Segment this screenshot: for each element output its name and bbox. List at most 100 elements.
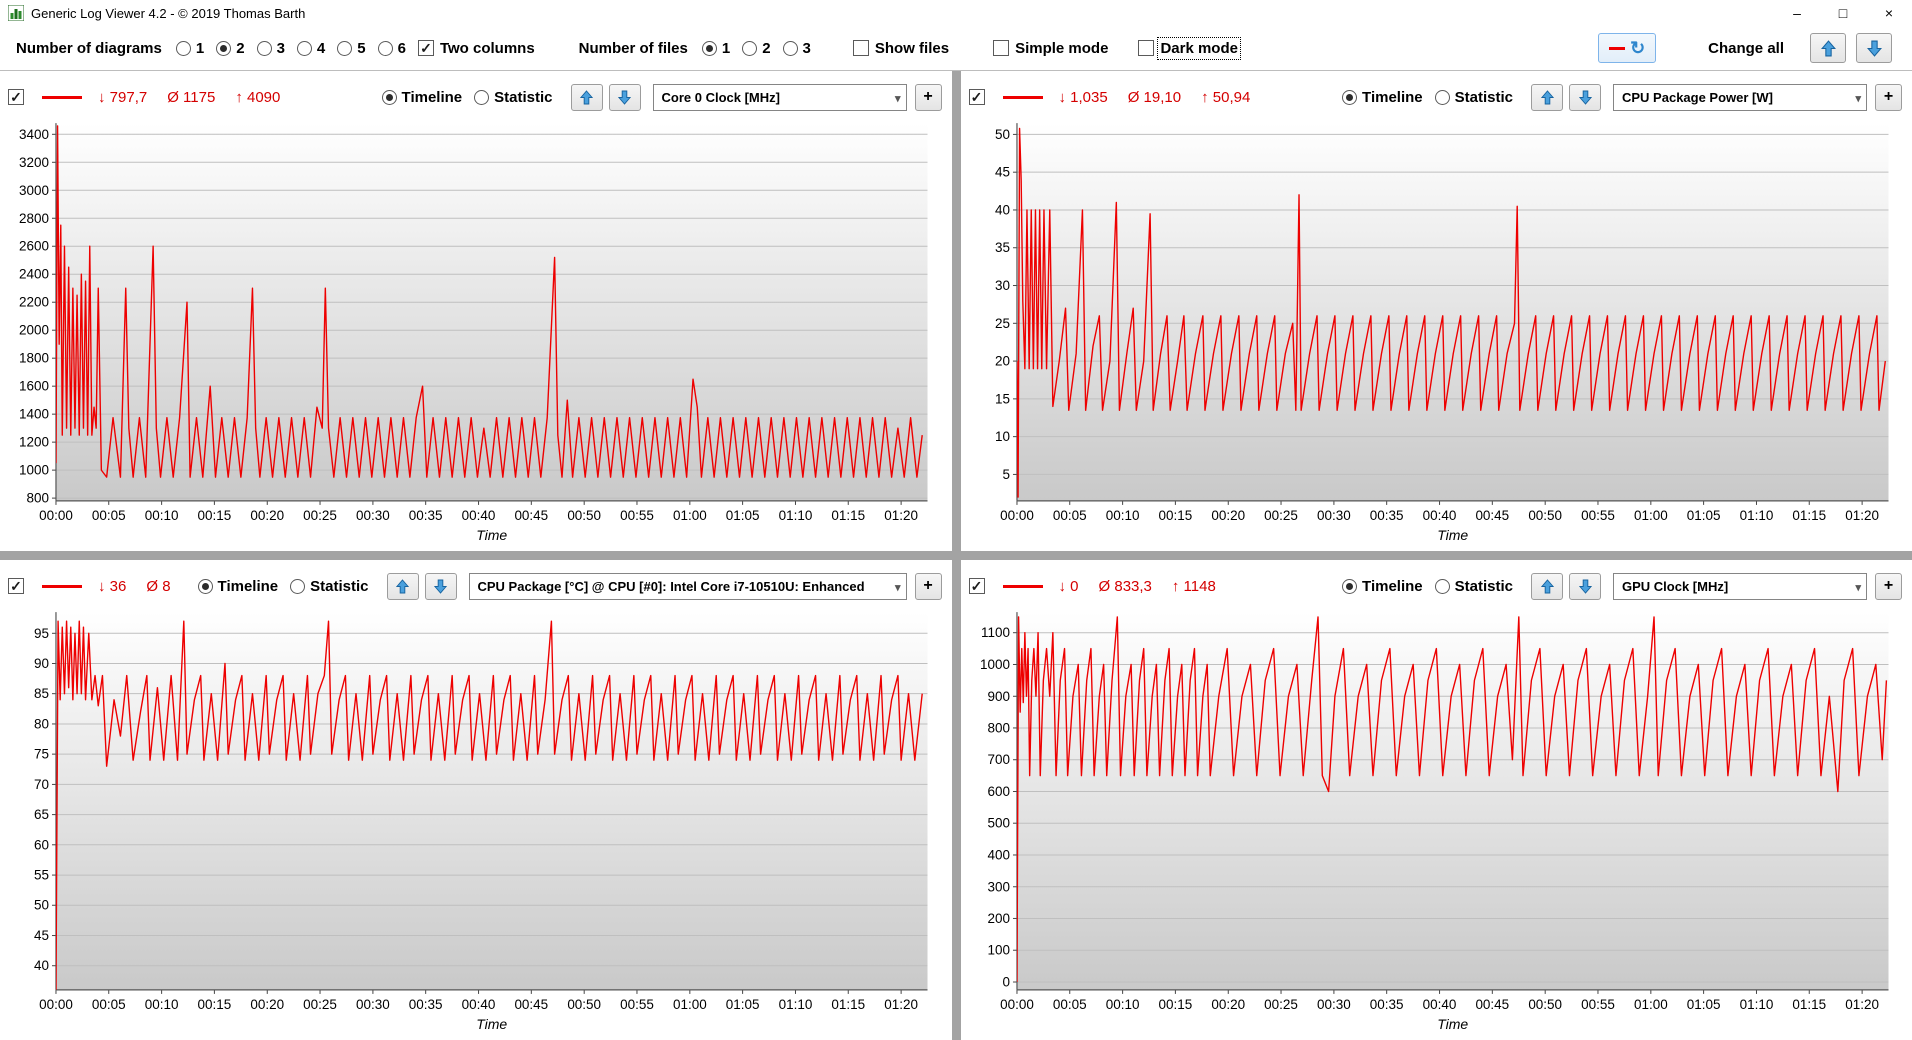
minimize-button[interactable]: – — [1774, 0, 1820, 26]
radio-selected-icon — [1342, 578, 1358, 594]
series-color-swatch[interactable] — [1002, 584, 1043, 588]
svg-text:Time: Time — [476, 527, 507, 543]
panel-visible-checkbox[interactable]: ✓ — [8, 89, 24, 105]
metric-select[interactable]: CPU Package Power [W] ▾ — [1613, 83, 1867, 111]
chart-cpu-package-temp[interactable]: 40 45 50 55 60 65 70 75 80 85 90 95 00:00 00:05 00:10 0… — [8, 604, 942, 1038]
timeline-radio[interactable]: Timeline — [381, 89, 462, 106]
svg-text:01:00: 01:00 — [1633, 997, 1667, 1012]
svg-text:00:20: 00:20 — [250, 997, 284, 1012]
panel-header: ✓ ↓ 1,035 Ø 19,10 ↑ 50,94 Timeline Stati… — [968, 79, 1902, 115]
panel-visible-checkbox[interactable]: ✓ — [968, 89, 985, 105]
stat-min: ↓ 36 — [98, 577, 127, 595]
change-all-up-button[interactable] — [1810, 33, 1846, 63]
svg-text:00:10: 00:10 — [1105, 508, 1139, 523]
svg-text:00:00: 00:00 — [39, 508, 73, 523]
svg-text:00:55: 00:55 — [620, 997, 654, 1012]
line-sync-button[interactable]: ↻ — [1598, 33, 1657, 63]
diagrams-option-2[interactable]: 2 — [216, 40, 245, 57]
close-button[interactable]: × — [1866, 0, 1912, 26]
svg-text:00:40: 00:40 — [1422, 508, 1456, 523]
series-color-swatch[interactable] — [42, 584, 82, 588]
radio-icon — [290, 578, 306, 594]
svg-text:00:45: 00:45 — [1475, 997, 1509, 1012]
series-color-swatch[interactable] — [1002, 95, 1043, 99]
stat-max: ↑ 4090 — [235, 88, 281, 106]
svg-text:2600: 2600 — [19, 239, 49, 254]
statistic-radio[interactable]: Statistic — [1434, 89, 1513, 106]
metric-select[interactable]: Core 0 Clock [MHz] ▾ — [652, 83, 907, 111]
diagrams-label: Number of diagrams — [16, 39, 162, 57]
title-bar: Generic Log Viewer 4.2 - © 2019 Thomas B… — [0, 0, 1912, 26]
series-color-swatch[interactable] — [42, 95, 82, 99]
statistic-radio[interactable]: Statistic — [1434, 578, 1513, 595]
svg-text:15: 15 — [994, 391, 1009, 406]
files-option-1[interactable]: 1 — [701, 40, 730, 57]
svg-text:900: 900 — [987, 689, 1010, 704]
svg-text:01:05: 01:05 — [726, 508, 760, 523]
diagrams-option-4[interactable]: 4 — [296, 40, 325, 57]
panel-cpu-package-temp: ✓ ↓ 36 Ø 8 Timeline Statistic CPU Packag… — [0, 560, 952, 1040]
metric-select[interactable]: GPU Clock [MHz] ▾ — [1613, 572, 1867, 600]
svg-text:01:05: 01:05 — [1686, 508, 1720, 523]
svg-text:2400: 2400 — [19, 267, 49, 282]
panel-gpu-clock: ✓ ↓ 0 Ø 833,3 ↑ 1148 Timeline Statistic … — [960, 560, 1912, 1040]
svg-text:1800: 1800 — [19, 351, 49, 366]
panel-visible-checkbox[interactable]: ✓ — [968, 578, 985, 594]
add-series-button[interactable]: + — [914, 83, 942, 111]
maximize-button[interactable]: □ — [1820, 0, 1866, 26]
statistic-radio[interactable]: Statistic — [290, 578, 369, 595]
change-all-down-button[interactable] — [1856, 33, 1892, 63]
svg-text:100: 100 — [987, 943, 1010, 958]
svg-text:3000: 3000 — [19, 183, 49, 198]
panel-visible-checkbox[interactable]: ✓ — [8, 578, 24, 594]
diagrams-option-6[interactable]: 6 — [377, 40, 406, 57]
timeline-radio[interactable]: Timeline — [1342, 89, 1423, 106]
svg-text:00:30: 00:30 — [1317, 997, 1351, 1012]
svg-text:00:35: 00:35 — [409, 997, 443, 1012]
move-down-button[interactable] — [1569, 83, 1601, 111]
svg-text:40: 40 — [994, 202, 1009, 217]
statistic-radio[interactable]: Statistic — [474, 89, 553, 106]
move-up-button[interactable] — [570, 83, 603, 111]
svg-text:0: 0 — [1002, 975, 1010, 990]
move-up-button[interactable] — [386, 572, 419, 600]
add-series-button[interactable]: + — [1875, 572, 1902, 600]
svg-text:600: 600 — [987, 784, 1010, 799]
files-option-3[interactable]: 3 — [782, 40, 811, 57]
simple-mode-checkbox[interactable]: Simple mode — [993, 40, 1108, 57]
move-down-button[interactable] — [608, 83, 641, 111]
diagrams-option-1[interactable]: 1 — [175, 40, 204, 57]
svg-text:00:35: 00:35 — [1369, 997, 1403, 1012]
svg-text:Time: Time — [476, 1016, 507, 1032]
panel-header: ✓ ↓ 0 Ø 833,3 ↑ 1148 Timeline Statistic … — [968, 568, 1902, 604]
show-files-checkbox[interactable]: Show files — [852, 40, 949, 57]
svg-text:01:20: 01:20 — [1845, 508, 1879, 523]
checkbox-icon — [852, 40, 869, 56]
chart-gpu-clock[interactable]: 0 100 200 300 400 500 600 700 800 900 1000 1100 00:0… — [969, 604, 1903, 1038]
svg-text:00:05: 00:05 — [1052, 997, 1086, 1012]
chart-cpu-package-power[interactable]: 5 10 15 20 25 30 35 40 45 50 00:00 00:05 00:10 00:15 0… — [969, 115, 1903, 549]
svg-text:01:15: 01:15 — [1792, 997, 1826, 1012]
svg-text:00:40: 00:40 — [462, 997, 496, 1012]
move-down-button[interactable] — [1569, 572, 1601, 600]
arrow-down-icon — [1578, 579, 1592, 594]
timeline-radio[interactable]: Timeline — [197, 578, 278, 595]
files-option-2[interactable]: 2 — [742, 40, 771, 57]
two-columns-checkbox[interactable]: ✓ Two columns — [417, 40, 535, 57]
timeline-radio[interactable]: Timeline — [1342, 578, 1423, 595]
move-up-button[interactable] — [1531, 83, 1563, 111]
series-stats: ↓ 36 Ø 8 — [98, 578, 180, 595]
svg-text:00:10: 00:10 — [1105, 997, 1139, 1012]
svg-text:1000: 1000 — [19, 463, 49, 478]
chevron-down-icon: ▾ — [1855, 92, 1861, 105]
dark-mode-checkbox[interactable]: Dark mode — [1138, 36, 1241, 60]
diagrams-option-5[interactable]: 5 — [337, 40, 366, 57]
move-down-button[interactable] — [424, 572, 457, 600]
diagrams-option-3[interactable]: 3 — [256, 40, 285, 57]
move-up-button[interactable] — [1531, 572, 1563, 600]
chart-core0-clock[interactable]: 800 1000 1200 1400 1600 1800 2000 2200 2400 2600 2… — [8, 115, 942, 549]
metric-select[interactable]: CPU Package [°C] @ CPU [#0]: Intel Core … — [468, 572, 907, 600]
add-series-button[interactable]: + — [1875, 83, 1902, 111]
add-series-button[interactable]: + — [914, 572, 942, 600]
radio-icon — [256, 40, 272, 56]
